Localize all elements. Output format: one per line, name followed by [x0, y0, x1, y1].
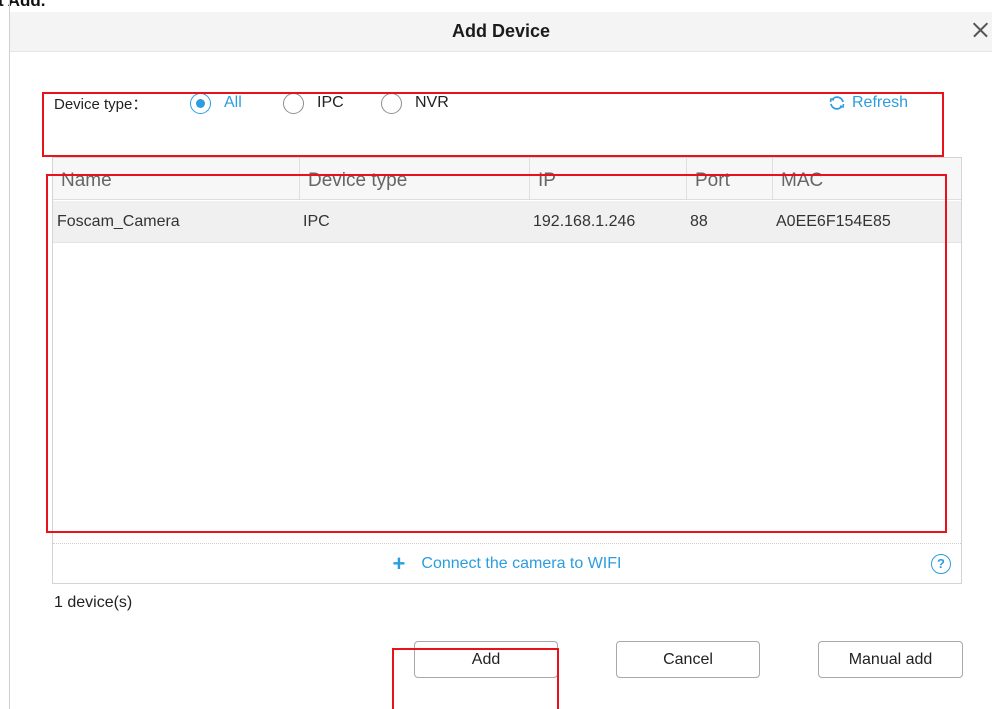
radio-ipc-label: IPC — [317, 94, 344, 111]
window-left-edge — [9, 0, 10, 709]
refresh-button[interactable]: Refresh — [828, 93, 908, 113]
radio-all-label: All — [224, 94, 242, 111]
column-header-name: Name — [61, 170, 112, 191]
device-type-label: Device type： — [54, 96, 148, 113]
column-header-mac: MAC — [772, 158, 963, 200]
device-table: Name Device type IP Port MAC Foscam_Came… — [52, 157, 962, 584]
radio-unchecked-icon — [283, 92, 304, 114]
cancel-button[interactable]: Cancel — [616, 641, 760, 678]
add-button[interactable]: Add — [414, 641, 558, 678]
radio-nvr-label: NVR — [415, 94, 449, 111]
cell-mac: A0EE6F154E85 — [776, 213, 891, 230]
refresh-icon — [829, 96, 845, 110]
cropped-instruction-text: t Add. — [0, 0, 46, 10]
table-row[interactable]: Foscam_Camera IPC 192.168.1.246 88 A0EE6… — [53, 201, 961, 243]
column-header-device-type: Device type — [299, 158, 529, 200]
help-icon[interactable]: ? — [931, 554, 951, 574]
column-header-port: Port — [686, 158, 772, 200]
radio-unchecked-icon — [381, 92, 402, 114]
radio-all[interactable]: All — [190, 92, 242, 114]
cell-device-type: IPC — [303, 213, 330, 230]
dialog-title: Add Device — [451, 21, 551, 41]
device-count: 1 device(s) — [54, 594, 133, 611]
cell-port: 88 — [690, 213, 708, 230]
table-header: Name Device type IP Port MAC — [53, 158, 961, 200]
manual-add-button[interactable]: Manual add — [818, 641, 963, 678]
connect-wifi-label: Connect the camera to WIFI — [421, 555, 622, 572]
refresh-label: Refresh — [852, 94, 909, 111]
radio-checked-icon — [190, 92, 211, 114]
wifi-bar: + Connect the camera to WIFI ? — [53, 543, 961, 583]
radio-nvr[interactable]: NVR — [381, 92, 449, 114]
radio-ipc[interactable]: IPC — [283, 92, 344, 114]
close-icon[interactable] — [968, 17, 992, 43]
connect-wifi-link[interactable]: + Connect the camera to WIFI — [53, 544, 961, 584]
dialog-titlebar: Add Device — [10, 12, 992, 52]
column-header-ip: IP — [529, 158, 686, 200]
plus-icon: + — [392, 551, 406, 576]
cell-name: Foscam_Camera — [57, 213, 180, 230]
annotation-box-filter — [42, 92, 944, 157]
cell-ip: 192.168.1.246 — [533, 213, 636, 230]
